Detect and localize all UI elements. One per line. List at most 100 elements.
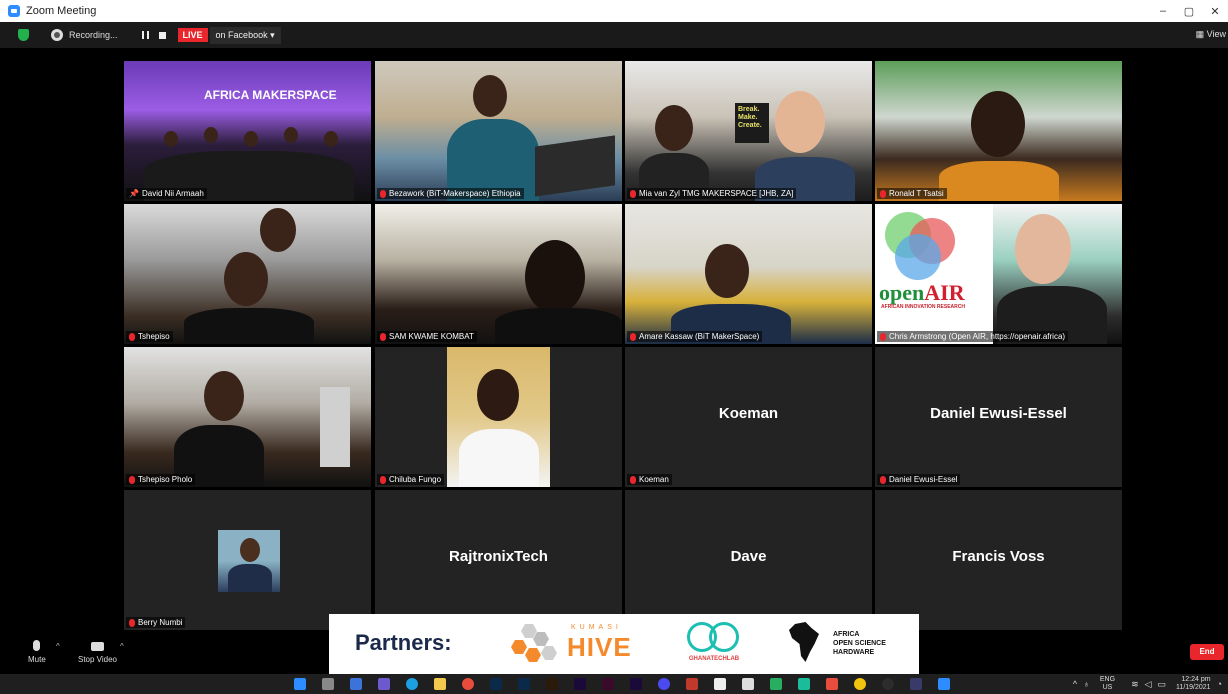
view-label: View bbox=[1206, 29, 1226, 39]
muted-mic-icon bbox=[129, 475, 135, 484]
audio-options-caret-icon[interactable]: ^ bbox=[56, 642, 60, 651]
app-icon-white[interactable] bbox=[714, 678, 726, 690]
participant-name-tag: 📌 David Nii Armaah bbox=[126, 188, 207, 199]
participant-tile[interactable]: openAIR AFRICAN INNOVATION RESEARCH Chri… bbox=[875, 204, 1122, 344]
close-button[interactable]: ✕ bbox=[1202, 0, 1228, 22]
participant-name-tag: Chiluba Fungo bbox=[377, 474, 445, 485]
video-camera-icon bbox=[91, 642, 104, 651]
participant-tile[interactable]: RajtronixTech bbox=[375, 490, 622, 630]
task-view-icon[interactable] bbox=[322, 678, 334, 690]
ghana-tech-lab-label: GHANATECHLAB bbox=[688, 656, 740, 662]
minimize-button[interactable]: – bbox=[1150, 0, 1176, 22]
app-icon-navy[interactable] bbox=[910, 678, 922, 690]
notifications-icon[interactable]: ◔ bbox=[1217, 679, 1222, 689]
illustrator-icon[interactable] bbox=[546, 678, 558, 690]
participant-tile[interactable]: Tshepiso Pholo bbox=[124, 347, 371, 487]
edge-browser-icon[interactable] bbox=[406, 678, 418, 690]
cloud-recording-icon bbox=[51, 29, 63, 41]
photoshop-icon[interactable] bbox=[490, 678, 502, 690]
muted-mic-icon bbox=[880, 475, 886, 484]
language-indicator[interactable]: ENG US bbox=[1100, 676, 1115, 692]
participant-display-name: Koeman bbox=[718, 405, 779, 422]
chevron-up-icon[interactable]: ^ bbox=[1073, 679, 1077, 689]
participant-profile-photo bbox=[218, 530, 280, 592]
app-icon-glyph[interactable] bbox=[742, 678, 754, 690]
app-icon-red[interactable] bbox=[686, 678, 698, 690]
participant-name-tag: Ronald T Tsatsi bbox=[877, 188, 947, 199]
app-icon-dark[interactable] bbox=[882, 678, 894, 690]
participant-name-tag: Chris Armstrong (Open AIR, https://opena… bbox=[877, 331, 1069, 342]
participant-tile[interactable]: Amare Kassaw (BiT MakerSpace) bbox=[625, 204, 872, 344]
participant-video bbox=[447, 347, 550, 487]
participant-tile[interactable]: Berry Numbi bbox=[124, 490, 371, 630]
hive-wordmark: HIVE bbox=[567, 632, 632, 662]
participant-video bbox=[375, 61, 622, 201]
muted-mic-icon bbox=[880, 189, 886, 198]
participant-tile[interactable]: Francis Voss bbox=[875, 490, 1122, 630]
participant-name-tag: Daniel Ewusi-Essel bbox=[877, 474, 961, 485]
app-icon-teal[interactable] bbox=[798, 678, 810, 690]
muted-mic-icon bbox=[630, 189, 636, 198]
partners-banner: Partners: KUMASI HIVE GHANATECHLAB AFRIC… bbox=[329, 614, 919, 674]
participant-display-name: Daniel Ewusi-Essel bbox=[930, 405, 1067, 422]
live-on-facebook-dropdown[interactable]: on Facebook ▾ bbox=[209, 26, 281, 44]
file-explorer-icon[interactable] bbox=[434, 678, 446, 690]
window-controls: – ▢ ✕ bbox=[1150, 0, 1228, 22]
openair-logo: openAIR AFRICAN INNOVATION RESEARCH bbox=[875, 204, 993, 344]
security-shield-icon[interactable] bbox=[18, 29, 29, 41]
premiere-icon[interactable] bbox=[574, 678, 586, 690]
indesign-icon[interactable] bbox=[602, 678, 614, 690]
participant-tile[interactable]: Daniel Ewusi-Essel Daniel Ewusi-Essel bbox=[875, 347, 1122, 487]
volume-icon[interactable]: ◁ bbox=[1145, 679, 1152, 690]
maximize-button[interactable]: ▢ bbox=[1176, 0, 1202, 22]
app-icon-circle[interactable] bbox=[658, 678, 670, 690]
photoshop-icon-2[interactable] bbox=[518, 678, 530, 690]
participant-tile[interactable]: Tshepiso bbox=[124, 204, 371, 344]
participant-tile[interactable]: Break. Make. Create. Mia van Zyl TMG MAK… bbox=[625, 61, 872, 201]
muted-mic-icon bbox=[129, 332, 135, 341]
participant-tile[interactable]: Koeman Koeman bbox=[625, 347, 872, 487]
battery-icon[interactable]: ▭ bbox=[1158, 679, 1167, 690]
microphone-tray-icon[interactable]: ♁ bbox=[1083, 679, 1090, 689]
participant-tile[interactable]: SAM KWAME KOMBAT bbox=[375, 204, 622, 344]
muted-mic-icon bbox=[380, 475, 386, 484]
after-effects-icon[interactable] bbox=[630, 678, 642, 690]
chat-icon[interactable] bbox=[378, 678, 390, 690]
app-icon-yellow[interactable] bbox=[854, 678, 866, 690]
stop-video-button[interactable]: Stop Video bbox=[78, 640, 117, 664]
view-button[interactable]: ▦ View bbox=[1196, 29, 1226, 40]
participant-display-name: RajtronixTech bbox=[449, 548, 548, 565]
video-options-caret-icon[interactable]: ^ bbox=[120, 642, 124, 651]
zoom-taskbar-icon[interactable] bbox=[938, 678, 950, 690]
participant-video: openAIR AFRICAN INNOVATION RESEARCH bbox=[875, 204, 1122, 344]
end-meeting-button[interactable]: End bbox=[1190, 644, 1224, 660]
participant-tile[interactable]: Dave bbox=[625, 490, 872, 630]
system-tray: ^ ♁ ENG US ≋ ◁ ▭ 12:24 pm 11/19/2021 ◔ bbox=[1067, 676, 1222, 692]
chrome-browser-icon[interactable] bbox=[462, 678, 474, 690]
zoom-logo-icon bbox=[8, 5, 20, 17]
participant-tile[interactable]: AFRICA MAKERSPACE 📌 David Nii Armaah bbox=[124, 61, 371, 201]
kumasi-label: KUMASI bbox=[571, 624, 622, 631]
africa-map-icon bbox=[789, 622, 819, 662]
wifi-icon[interactable]: ≋ bbox=[1131, 679, 1139, 690]
participant-tile[interactable]: Ronald T Tsatsi bbox=[875, 61, 1122, 201]
participant-video bbox=[375, 204, 622, 344]
system-clock[interactable]: 12:24 pm 11/19/2021 bbox=[1176, 676, 1211, 692]
participant-tile[interactable]: Chiluba Fungo bbox=[375, 347, 622, 487]
widgets-icon[interactable] bbox=[350, 678, 362, 690]
participant-video: AFRICA MAKERSPACE bbox=[124, 61, 371, 201]
mute-button[interactable]: Mute bbox=[28, 640, 46, 664]
app-icon-green[interactable] bbox=[770, 678, 782, 690]
participant-name-tag: Tshepiso bbox=[126, 331, 173, 342]
pause-recording-icon[interactable] bbox=[141, 31, 149, 39]
pin-icon: 📌 bbox=[129, 189, 139, 198]
stop-recording-icon[interactable] bbox=[158, 31, 166, 39]
partners-label: Partners: bbox=[355, 630, 452, 655]
makerspace-banner: AFRICA MAKERSPACE bbox=[204, 88, 337, 102]
muted-mic-icon bbox=[630, 475, 636, 484]
openair-wordmark: openAIR bbox=[879, 280, 965, 305]
windows-start-icon[interactable] bbox=[294, 678, 306, 690]
window-title-bar: Zoom Meeting – ▢ ✕ bbox=[0, 0, 1228, 22]
participant-tile[interactable]: Bezawork (BiT-Makerspace) Ethiopia bbox=[375, 61, 622, 201]
app-icon-red-2[interactable] bbox=[826, 678, 838, 690]
